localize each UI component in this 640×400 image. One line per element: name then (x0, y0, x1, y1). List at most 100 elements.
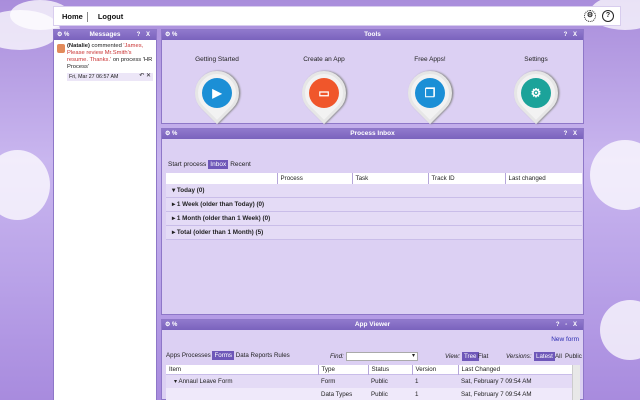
row-changed: Sat, February 7 09:54 AM (461, 390, 532, 398)
column-header[interactable]: Last Changed (457, 365, 574, 375)
cloud-decoration (0, 150, 50, 220)
row-item (166, 388, 318, 400)
viewer-header-row: Item Type Status Version Last Changed (166, 365, 574, 375)
tool-free-apps[interactable]: Free Apps! ❐ (390, 56, 470, 125)
inbox-group[interactable]: ▾ Today (0) (166, 184, 582, 198)
gear-icon[interactable]: ⚙ (584, 10, 596, 22)
inbox-title-bar: ⚙ % Process Inbox ? X (162, 129, 583, 139)
column-header[interactable]: Last changed (504, 173, 582, 184)
tab-apps[interactable]: Apps (166, 352, 180, 359)
viewer-panel: ⚙ % App Viewer ? ▫ X New form Apps Proce… (161, 319, 584, 400)
panel-controls[interactable]: ? X (564, 30, 579, 40)
tab-rules[interactable]: Rules (274, 352, 290, 359)
row-type: Form (321, 377, 336, 385)
inbox-header-row: Process Task Track ID Last changed (166, 173, 582, 184)
column-header[interactable]: Type (317, 365, 368, 375)
tab-forms[interactable]: Forms (212, 351, 234, 360)
version-latest[interactable]: Latest (534, 352, 555, 361)
table-row[interactable]: Data Types Public 1 Sat, February 7 09:5… (166, 387, 574, 400)
message-time: Fri, Mar 27 06:57 AM (69, 74, 119, 80)
tools-title-bar: ⚙ % Tools ? X (162, 30, 583, 40)
messages-title: Messages (89, 31, 121, 38)
tool-label: Free Apps! (414, 56, 446, 63)
viewer-title-bar: ⚙ % App Viewer ? ▫ X (162, 320, 583, 330)
column-header[interactable]: Version (411, 365, 458, 375)
row-type: Data Types (321, 390, 353, 398)
inbox-tabs: Start process Inbox Recent (166, 160, 253, 169)
tab-processes[interactable]: Processes (182, 352, 211, 359)
top-bar: Home Logout ⚙ ? (53, 6, 621, 26)
tools-title: Tools (364, 31, 381, 38)
group-label: Total (older than 1 Month) (5) (176, 229, 264, 236)
tool-label: Create an App (303, 56, 345, 63)
inbox-group[interactable]: ▸ 1 Week (older than Today) (0) (166, 198, 582, 212)
tab-data[interactable]: Data (236, 352, 249, 359)
tool-settings[interactable]: Settings ⚙ (496, 56, 576, 125)
row-status: Public (371, 377, 388, 385)
nav-divider (86, 12, 94, 23)
home-link[interactable]: Home (59, 12, 86, 21)
row-version: 1 (415, 390, 419, 398)
row-version: 1 (415, 377, 419, 385)
column-header[interactable]: Task (351, 173, 428, 184)
row-status: Public (371, 390, 388, 398)
column-header[interactable]: Track ID (427, 173, 505, 184)
column-header[interactable]: Item (166, 365, 318, 375)
panel-settings-icon[interactable]: ⚙ % (165, 320, 177, 330)
inbox-panel: ⚙ % Process Inbox ? X Start process Inbox… (161, 128, 584, 315)
messages-panel: ⚙ % Messages ? X (Natalie) commented 'Ja… (53, 29, 157, 400)
viewer-title: App Viewer (354, 321, 391, 328)
message-verb: commented (91, 43, 122, 49)
panel-controls[interactable]: ? ▫ X (556, 320, 579, 330)
view-tree[interactable]: Tree (462, 352, 479, 361)
row-item: ▾ Annaul Leave Form (174, 377, 233, 385)
tool-create-app[interactable]: Create an App ▭ (284, 56, 364, 125)
avatar (57, 44, 65, 53)
inbox-group[interactable]: ▸ Total (older than 1 Month) (5) (166, 226, 582, 240)
inbox-body: Start process Inbox Recent Process Task Tr… (162, 139, 583, 314)
windows-icon[interactable]: ❐ (398, 61, 462, 125)
screen-icon[interactable]: ▭ (292, 61, 356, 125)
tab-inbox[interactable]: Inbox (208, 160, 229, 169)
gears-icon[interactable]: ⚙ (504, 61, 568, 125)
tool-label: Getting Started (195, 56, 239, 63)
row-changed: Sat, February 7 09:54 AM (461, 377, 532, 385)
tools-body: Getting Started ▶ Create an App ▭ Free A… (162, 40, 583, 125)
inbox-grid: Process Task Track ID Last changed ▾ Tod… (166, 173, 582, 240)
panel-controls[interactable]: ? X (137, 30, 152, 40)
version-all[interactable]: All (555, 353, 562, 360)
inbox-title: Process Inbox (350, 130, 395, 137)
tab-reports[interactable]: Reports (251, 352, 273, 359)
logout-link[interactable]: Logout (95, 12, 126, 21)
tools-panel: ⚙ % Tools ? X Getting Started ▶ Create a… (161, 29, 584, 125)
version-public[interactable]: Public (565, 353, 582, 360)
view-label: View: (445, 353, 461, 360)
tab-recent[interactable]: Recent (228, 160, 253, 169)
column-header[interactable]: Process (276, 173, 352, 184)
reply-icon[interactable]: ↶ ✕ (139, 73, 151, 80)
panel-settings-icon[interactable]: ⚙ % (165, 30, 177, 40)
find-dropdown[interactable]: ▾ (346, 352, 418, 361)
panel-settings-icon[interactable]: ⚙ % (165, 129, 177, 139)
viewer-grid: Item Type Status Version Last Changed ▾ … (166, 365, 574, 400)
group-label: 1 Week (older than Today) (0) (176, 201, 265, 208)
panel-controls[interactable]: ? X (564, 129, 579, 139)
panel-settings-icon[interactable]: ⚙ % (57, 30, 69, 40)
table-row[interactable]: ▾ Annaul Leave Form Form Public 1 Sat, F… (166, 374, 574, 388)
messages-title-bar: ⚙ % Messages ? X (54, 30, 156, 40)
play-icon[interactable]: ▶ (185, 61, 249, 125)
viewer-toolbar: Apps Processes Forms Data Reports Rules … (166, 351, 582, 364)
new-form-link[interactable]: New form (551, 336, 579, 343)
scrollbar[interactable] (572, 365, 580, 400)
column-header[interactable]: Status (367, 365, 412, 375)
group-label: 1 Month (older than 1 Week) (0) (176, 215, 271, 222)
tool-getting-started[interactable]: Getting Started ▶ (177, 56, 257, 125)
tab-start-process[interactable]: Start process (166, 160, 208, 169)
viewer-body: New form Apps Processes Forms Data Repor… (162, 330, 583, 400)
message-author[interactable]: (Natalie) (67, 43, 90, 49)
inbox-group[interactable]: ▸ 1 Month (older than 1 Week) (0) (166, 212, 582, 226)
help-icon[interactable]: ? (602, 10, 614, 22)
column-header-blank (166, 173, 277, 184)
message-item[interactable]: (Natalie) commented 'James, Please revie… (54, 40, 156, 84)
view-flat[interactable]: Flat (478, 353, 488, 360)
